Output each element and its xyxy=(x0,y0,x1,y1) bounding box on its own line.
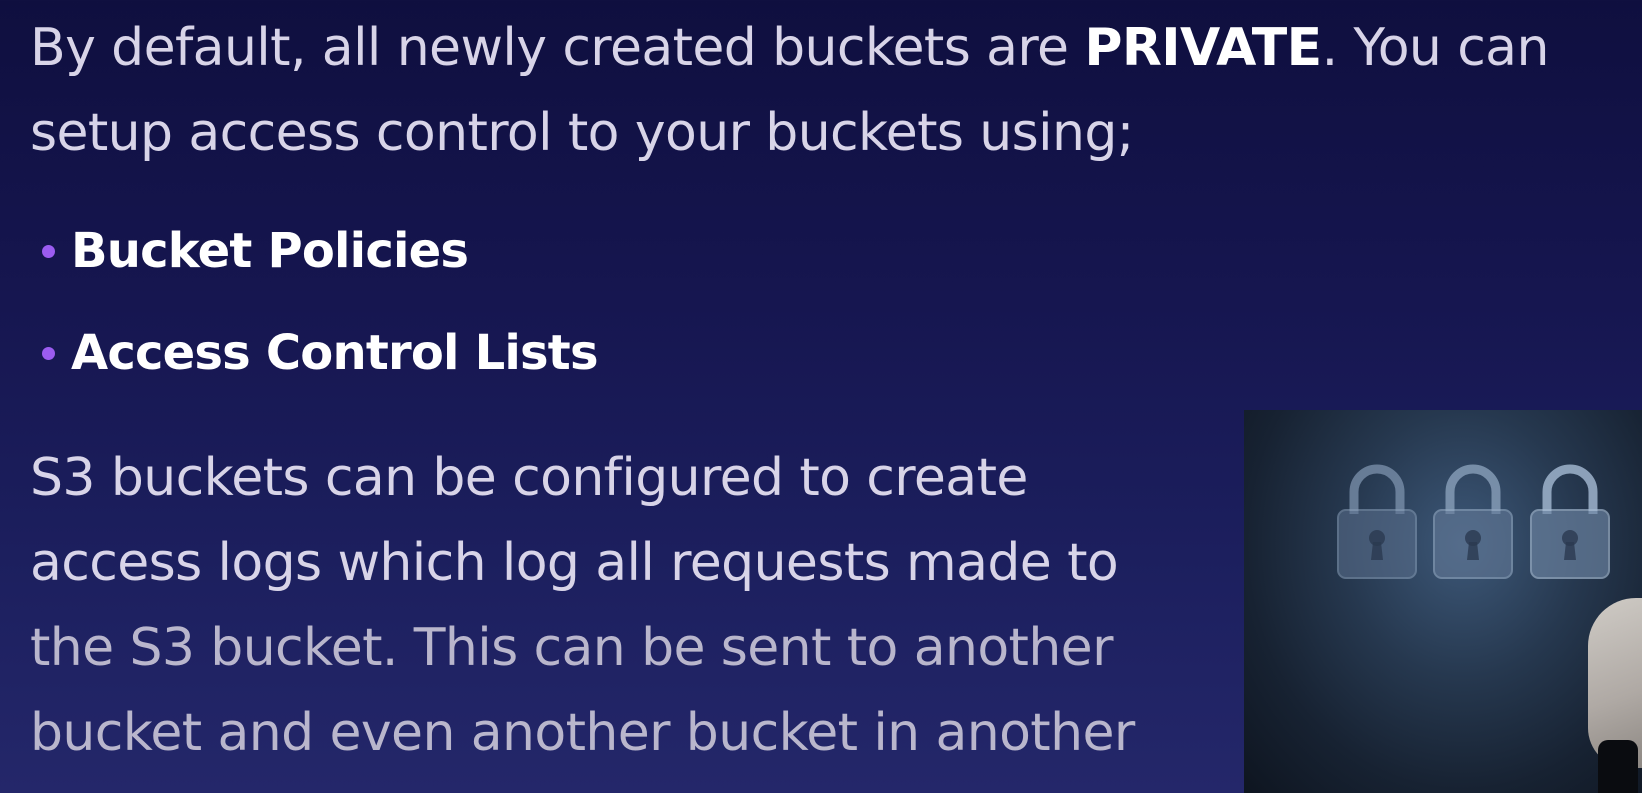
intro-text-start: By default, all newly created buckets ar… xyxy=(30,18,1085,78)
list-item: Access Control Lists xyxy=(42,302,599,404)
logs-line-3: the S3 bucket. This can be sent to anoth… xyxy=(30,618,1113,678)
bullet-bucket-policies: Bucket Policies xyxy=(71,223,469,279)
intro-text-end: . You can xyxy=(1321,18,1550,78)
padlock-icon xyxy=(1433,464,1513,579)
intro-line-2: setup access control to your buckets usi… xyxy=(30,103,1134,163)
access-logs-paragraph: S3 buckets can be configured to create a… xyxy=(30,436,1210,776)
bullet-dot-icon xyxy=(42,244,55,258)
logs-line-1: S3 buckets can be configured to create xyxy=(30,448,1028,508)
private-emphasis: PRIVATE xyxy=(1084,18,1322,78)
padlock-icon xyxy=(1530,464,1610,579)
intro-paragraph: By default, all newly created buckets ar… xyxy=(30,6,1642,176)
logs-line-4: bucket and even another bucket in anothe… xyxy=(30,703,1135,763)
logs-line-2: access logs which log all requests made … xyxy=(30,533,1119,593)
slide: By default, all newly created buckets ar… xyxy=(0,0,1642,793)
sleeve-graphic xyxy=(1598,740,1638,793)
access-control-list: Bucket Policies Access Control Lists xyxy=(42,200,599,404)
security-photo xyxy=(1244,410,1642,793)
list-item: Bucket Policies xyxy=(42,200,598,302)
padlock-icon xyxy=(1337,464,1417,579)
bullet-dot-icon xyxy=(42,346,55,360)
bullet-access-control-lists: Access Control Lists xyxy=(71,325,599,381)
